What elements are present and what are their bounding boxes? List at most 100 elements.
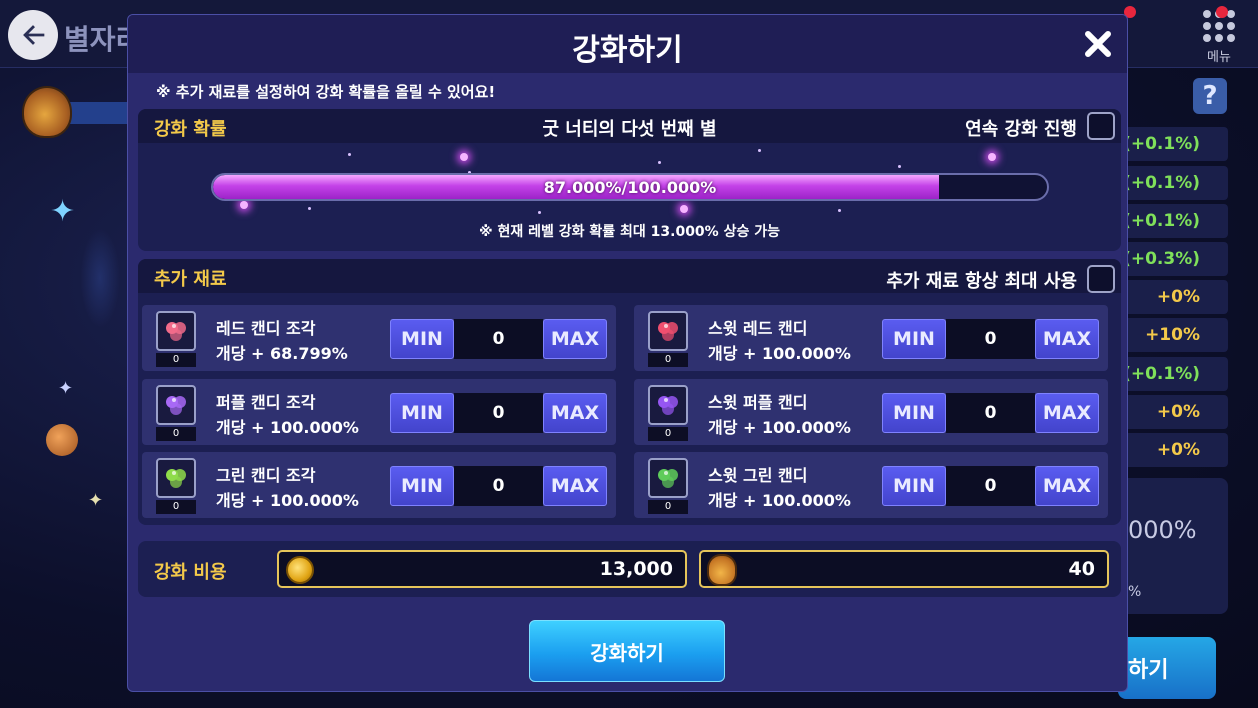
material-owned-count: 0 [648, 427, 688, 441]
enhance-button[interactable]: 강화하기 [529, 620, 725, 682]
planet-decoration [46, 424, 78, 456]
probability-progress-bar: 87.000%/100.000% [211, 173, 1049, 201]
sparkle-icon: ✦ [50, 194, 76, 229]
back-arrow-icon [23, 25, 45, 45]
material-card: 0 스윗 레드 캔디 개당 + 100.000% MIN 0 MAX [634, 305, 1108, 371]
material-owned-count: 0 [648, 500, 688, 514]
max-button[interactable]: MAX [1035, 466, 1099, 506]
material-quantity[interactable]: 0 [454, 393, 543, 433]
candy-jar-icon [22, 86, 72, 138]
material-name: 레드 캔디 조각 [216, 319, 316, 338]
bonus-row: (+0.3%) [1120, 242, 1228, 276]
min-button[interactable]: MIN [390, 319, 454, 359]
max-button[interactable]: MAX [1035, 319, 1099, 359]
material-quantity[interactable]: 0 [454, 319, 543, 359]
material-rate: 개당 + 100.000% [708, 491, 851, 510]
material-card: 0 그린 캔디 조각 개당 + 100.000% MIN 0 MAX [142, 452, 616, 518]
sparkle-dot [898, 165, 901, 168]
sweet-red-candy-icon [648, 311, 688, 351]
help-button[interactable]: ? [1193, 78, 1227, 114]
info-box-subvalue: % [1128, 584, 1142, 600]
always-max-checkbox[interactable] [1087, 265, 1115, 293]
sweet-purple-candy-icon [648, 385, 688, 425]
material-rate: 개당 + 100.000% [708, 344, 851, 363]
coin-cost-box: 13,000 [277, 550, 687, 588]
always-max-label: 추가 재료 항상 최대 사용 [886, 271, 1077, 292]
candy-shape [658, 396, 678, 415]
material-rate: 개당 + 100.000% [216, 418, 359, 437]
max-button[interactable]: MAX [543, 393, 607, 433]
material-name: 그린 캔디 조각 [216, 466, 316, 485]
sparkle-dot [758, 149, 761, 152]
material-rate: 개당 + 100.000% [708, 418, 851, 437]
green-candy-piece-icon [156, 458, 196, 498]
probability-header: 강화 확률 굿 너티의 다섯 번째 별 연속 강화 진행 [138, 109, 1121, 143]
sparkle-dot [240, 201, 248, 209]
material-name: 퍼플 캔디 조각 [216, 393, 316, 412]
purple-candy-piece-icon [156, 385, 196, 425]
cost-label: 강화 비용 [154, 562, 227, 583]
bonus-row: (+0.1%) [1120, 204, 1228, 238]
sweet-green-candy-icon [648, 458, 688, 498]
min-button[interactable]: MIN [390, 466, 454, 506]
coin-cost-value: 13,000 [599, 558, 673, 580]
sparkle-dot [538, 211, 541, 214]
material-card: 0 레드 캔디 조각 개당 + 68.799% MIN 0 MAX [142, 305, 616, 371]
material-quantity[interactable]: 0 [946, 393, 1035, 433]
max-increase-notice: ※ 현재 레벨 강화 확률 최대 13.000% 상승 가능 [479, 224, 780, 240]
coin-icon [286, 556, 314, 584]
material-name: 스윗 퍼플 캔디 [708, 393, 808, 412]
bonus-row: +10% [1120, 318, 1228, 352]
candy-cost-value: 40 [1068, 558, 1095, 580]
candy-shape [658, 322, 678, 341]
modal-notice: ※ 추가 재료를 설정하여 강화 확률을 올릴 수 있어요! [156, 83, 496, 101]
sparkle-dot [308, 207, 311, 210]
enhance-modal: 강화하기 ※ 추가 재료를 설정하여 강화 확률을 올릴 수 있어요! 강화 확… [127, 14, 1128, 692]
bonus-row: (+0.1%) [1120, 166, 1228, 200]
sparkle-icon: ✦ [88, 490, 104, 511]
max-button[interactable]: MAX [543, 466, 607, 506]
material-card: 0 스윗 퍼플 캔디 개당 + 100.000% MIN 0 MAX [634, 379, 1108, 445]
material-name: 스윗 그린 캔디 [708, 466, 808, 485]
material-quantity[interactable]: 0 [946, 466, 1035, 506]
material-quantity[interactable]: 0 [454, 466, 543, 506]
sparkle-dot [348, 153, 351, 156]
candy-shape [166, 469, 186, 488]
material-owned-count: 0 [156, 353, 196, 367]
back-button[interactable] [8, 10, 58, 60]
close-button[interactable] [1081, 27, 1115, 61]
material-owned-count: 0 [156, 427, 196, 441]
bonus-row: +0% [1120, 395, 1228, 429]
materials-header: 추가 재료 추가 재료 항상 최대 사용 [138, 259, 1121, 293]
max-button[interactable]: MAX [1035, 393, 1099, 433]
material-card: 0 퍼플 캔디 조각 개당 + 100.000% MIN 0 MAX [142, 379, 616, 445]
cost-section: 강화 비용 13,000 40 [138, 541, 1121, 597]
material-name: 스윗 레드 캔디 [708, 319, 808, 338]
sparkle-dot [988, 153, 996, 161]
candy-cost-box: 40 [699, 550, 1109, 588]
min-button[interactable]: MIN [882, 319, 946, 359]
candy-shape [166, 396, 186, 415]
bonus-row: +0% [1120, 280, 1228, 314]
background-action-button[interactable]: 하기 [1118, 637, 1216, 699]
min-button[interactable]: MIN [882, 393, 946, 433]
continuous-enhance-checkbox[interactable] [1087, 112, 1115, 140]
close-icon [1085, 31, 1111, 57]
material-owned-count: 0 [156, 500, 196, 514]
materials-label: 추가 재료 [154, 269, 227, 290]
min-button[interactable]: MIN [390, 393, 454, 433]
sparkle-dot [680, 205, 688, 213]
material-quantity[interactable]: 0 [946, 319, 1035, 359]
min-button[interactable]: MIN [882, 466, 946, 506]
notification-dot [1216, 6, 1228, 18]
banner-stripe [70, 102, 130, 124]
bonus-row: (+0.1%) [1120, 357, 1228, 391]
bonus-row: (+0.1%) [1120, 127, 1228, 161]
material-rate: 개당 + 68.799% [216, 344, 348, 363]
sparkle-dot [838, 209, 841, 212]
probability-progress-text: 87.000%/100.000% [543, 178, 717, 197]
continuous-enhance-label: 연속 강화 진행 [965, 119, 1077, 140]
material-card: 0 스윗 그린 캔디 개당 + 100.000% MIN 0 MAX [634, 452, 1108, 518]
modal-header: 강화하기 [128, 15, 1127, 73]
max-button[interactable]: MAX [543, 319, 607, 359]
